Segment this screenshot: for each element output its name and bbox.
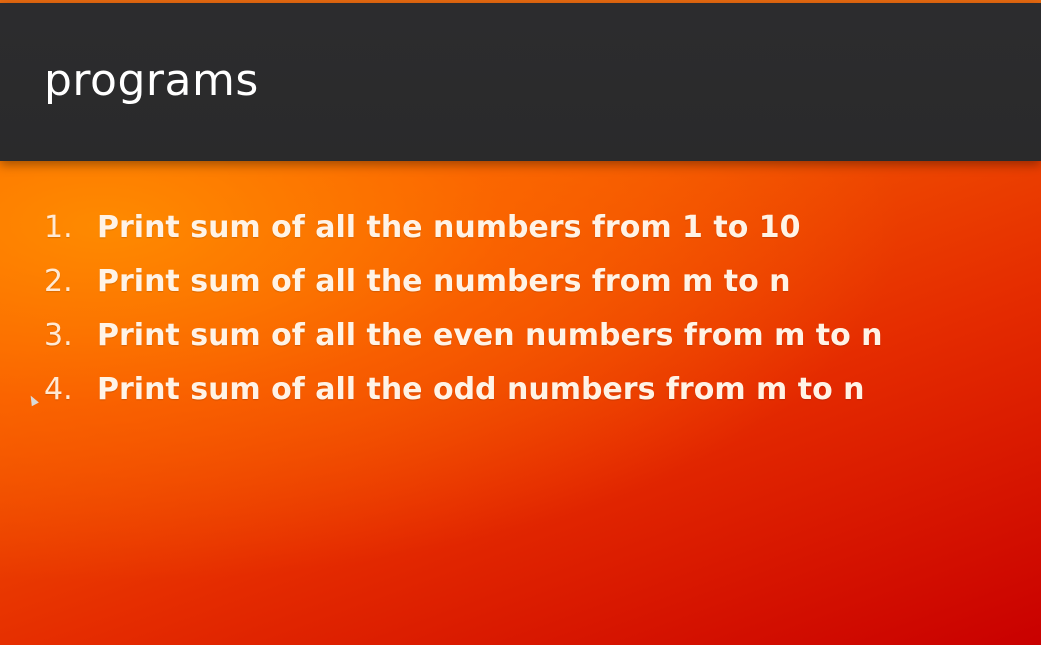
slide-title: programs	[44, 55, 259, 106]
mouse-pointer-icon	[27, 393, 39, 407]
list-item-number: 2.	[44, 264, 73, 299]
list-item-number: 4.	[44, 372, 73, 407]
list-item: 4. Print sum of all the odd numbers from…	[44, 372, 883, 426]
list-item-text: Print sum of all the numbers from 1 to 1…	[97, 210, 801, 245]
list-item: 3. Print sum of all the even numbers fro…	[44, 318, 883, 372]
list-item-number: 1.	[44, 210, 73, 245]
list-item: 1. Print sum of all the numbers from 1 t…	[44, 210, 883, 264]
list-item-text: Print sum of all the odd numbers from m …	[97, 372, 865, 407]
title-bar: programs	[0, 3, 1041, 161]
program-list: 1. Print sum of all the numbers from 1 t…	[44, 210, 883, 426]
presentation-slide: programs 1. Print sum of all the numbers…	[0, 0, 1041, 645]
list-item-number: 3.	[44, 318, 73, 353]
list-item-text: Print sum of all the even numbers from m…	[97, 318, 883, 353]
list-item-text: Print sum of all the numbers from m to n	[97, 264, 791, 299]
list-item: 2. Print sum of all the numbers from m t…	[44, 264, 883, 318]
